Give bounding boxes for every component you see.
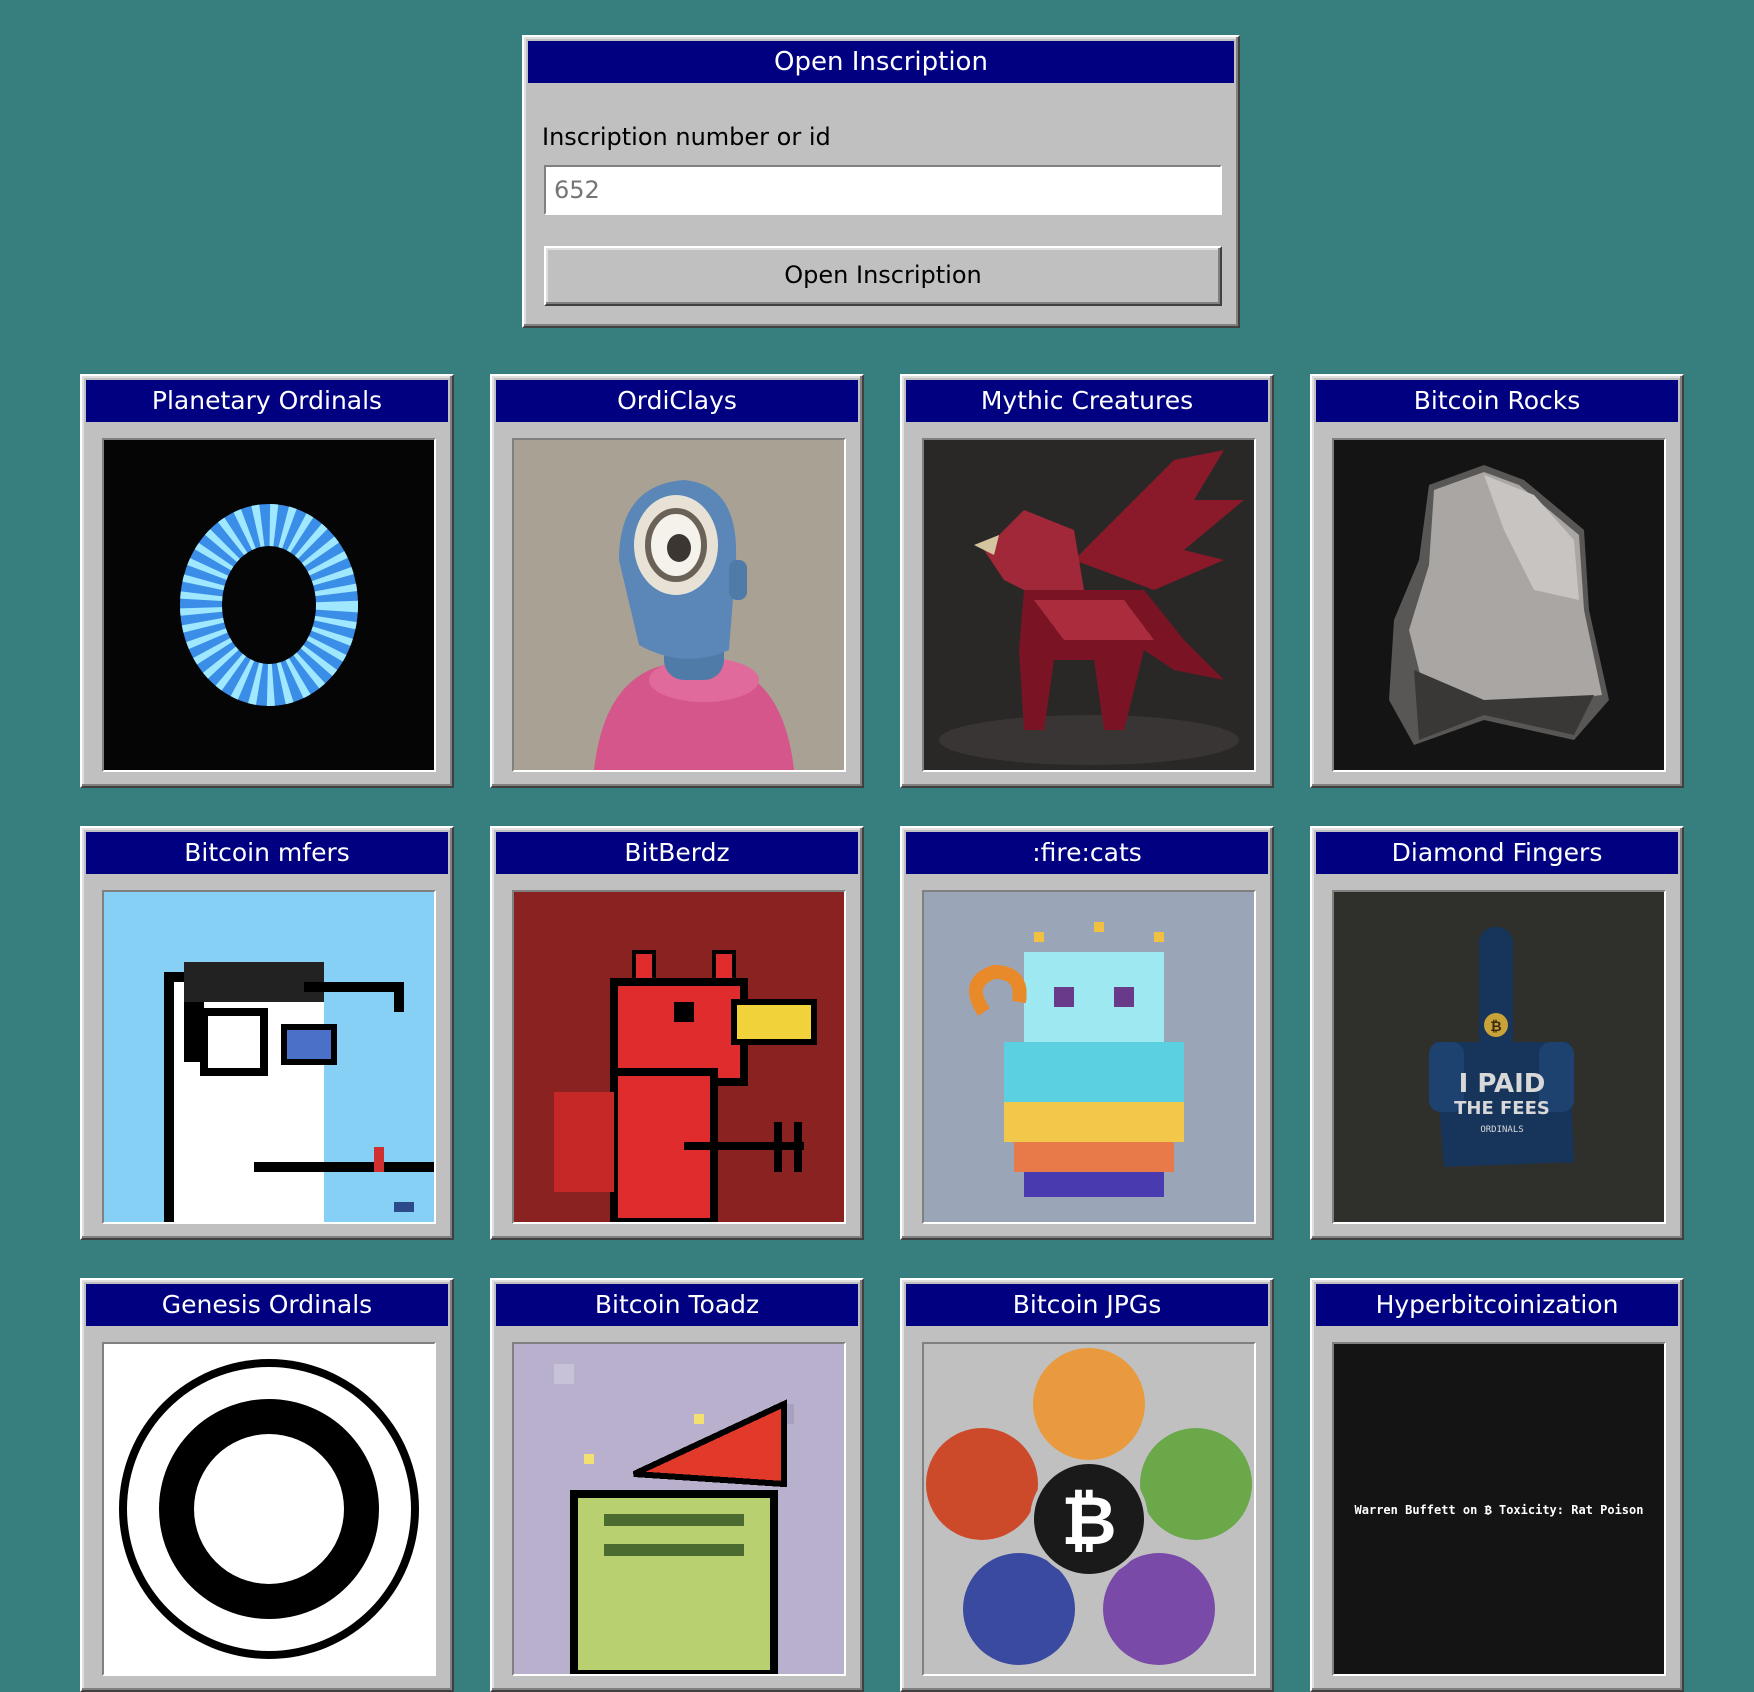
collection-card-planetary-ordinals[interactable]: Planetary Ordinals <box>80 374 454 788</box>
bitcoin-coin-symbol: ₿ <box>1490 1019 1501 1035</box>
bitcoin-circles-image: ₿ <box>924 1344 1254 1674</box>
collection-title: Diamond Fingers <box>1316 832 1678 874</box>
collection-card-hyperbitcoinization[interactable]: Hyperbitcoinization Warren Buffett on ₿ … <box>1310 1278 1684 1692</box>
grey-rock-image <box>1334 440 1664 770</box>
inscription-field-label: Inscription number or id <box>542 123 831 151</box>
collection-title: Bitcoin Toadz <box>496 1284 858 1326</box>
collection-card-bitcoin-jpgs[interactable]: Bitcoin JPGs ₿ <box>900 1278 1274 1692</box>
pixel-toad-image <box>514 1344 844 1674</box>
clay-figure-image <box>514 440 844 770</box>
collection-image[interactable] <box>102 890 436 1224</box>
open-inscription-button[interactable]: Open Inscription <box>544 246 1222 306</box>
collection-image[interactable]: ₿ <box>922 1342 1256 1676</box>
bitcoin-icon: ₿ <box>1061 1482 1116 1561</box>
inscription-input[interactable] <box>544 165 1222 215</box>
collection-card-bitcoin-toadz[interactable]: Bitcoin Toadz <box>490 1278 864 1692</box>
collection-title: :fire:cats <box>906 832 1268 874</box>
collection-card-genesis-ordinals[interactable]: Genesis Ordinals <box>80 1278 454 1692</box>
collection-card-bitcoin-mfers[interactable]: Bitcoin mfers <box>80 826 454 1240</box>
collection-image[interactable] <box>102 438 436 772</box>
collection-image[interactable] <box>512 890 846 1224</box>
collection-image[interactable]: ₿ I PAID THE FEES ORDINALS <box>1332 890 1666 1224</box>
collection-card-ordiclays[interactable]: OrdiClays <box>490 374 864 788</box>
collection-image[interactable] <box>512 1342 846 1676</box>
collection-title: BitBerdz <box>496 832 858 874</box>
open-inscription-dialog: Open Inscription Inscription number or i… <box>522 35 1240 328</box>
collection-title: Bitcoin mfers <box>86 832 448 874</box>
collection-image[interactable] <box>102 1342 436 1676</box>
collection-card-mythic-creatures[interactable]: Mythic Creatures <box>900 374 1274 788</box>
collection-card-bitcoin-rocks[interactable]: Bitcoin Rocks <box>1310 374 1684 788</box>
diamond-fingers-text-line-1: I PAID <box>1459 1069 1546 1099</box>
collection-title: Genesis Ordinals <box>86 1284 448 1326</box>
collection-card-fire-cats[interactable]: :fire:cats <box>900 826 1274 1240</box>
black-white-ring-image <box>104 1344 434 1674</box>
blue-torus-image <box>104 440 434 770</box>
collection-image[interactable]: Warren Buffett on ₿ Toxicity: Rat Poison <box>1332 1342 1666 1676</box>
pixel-bird-image <box>514 892 844 1222</box>
collection-image[interactable] <box>512 438 846 772</box>
collection-image[interactable] <box>1332 438 1666 772</box>
collection-card-diamond-fingers[interactable]: Diamond Fingers ₿ I PAID THE FEES ORDINA… <box>1310 826 1684 1240</box>
diamond-fingers-text-line-2: THE FEES <box>1454 1098 1550 1119</box>
collection-title: Hyperbitcoinization <box>1316 1284 1678 1326</box>
collection-title: Bitcoin Rocks <box>1316 380 1678 422</box>
hyperbitcoinization-caption: Warren Buffett on ₿ Toxicity: Rat Poison <box>1355 1503 1644 1517</box>
pixel-mfer-image <box>104 892 434 1222</box>
collection-title: Mythic Creatures <box>906 380 1268 422</box>
rainbow-cat-image <box>924 892 1254 1222</box>
collection-title: OrdiClays <box>496 380 858 422</box>
diamond-fingers-text-line-3: ORDINALS <box>1480 1125 1523 1135</box>
collection-title: Bitcoin JPGs <box>906 1284 1268 1326</box>
collection-image[interactable] <box>922 438 1256 772</box>
middle-finger-image: ₿ I PAID THE FEES ORDINALS <box>1334 892 1664 1222</box>
dialog-title: Open Inscription <box>528 41 1234 83</box>
collection-image[interactable] <box>922 890 1256 1224</box>
collection-title: Planetary Ordinals <box>86 380 448 422</box>
text-card-image: Warren Buffett on ₿ Toxicity: Rat Poison <box>1334 1344 1664 1674</box>
collection-card-bitberdz[interactable]: BitBerdz <box>490 826 864 1240</box>
crystal-griffin-image <box>924 440 1254 770</box>
